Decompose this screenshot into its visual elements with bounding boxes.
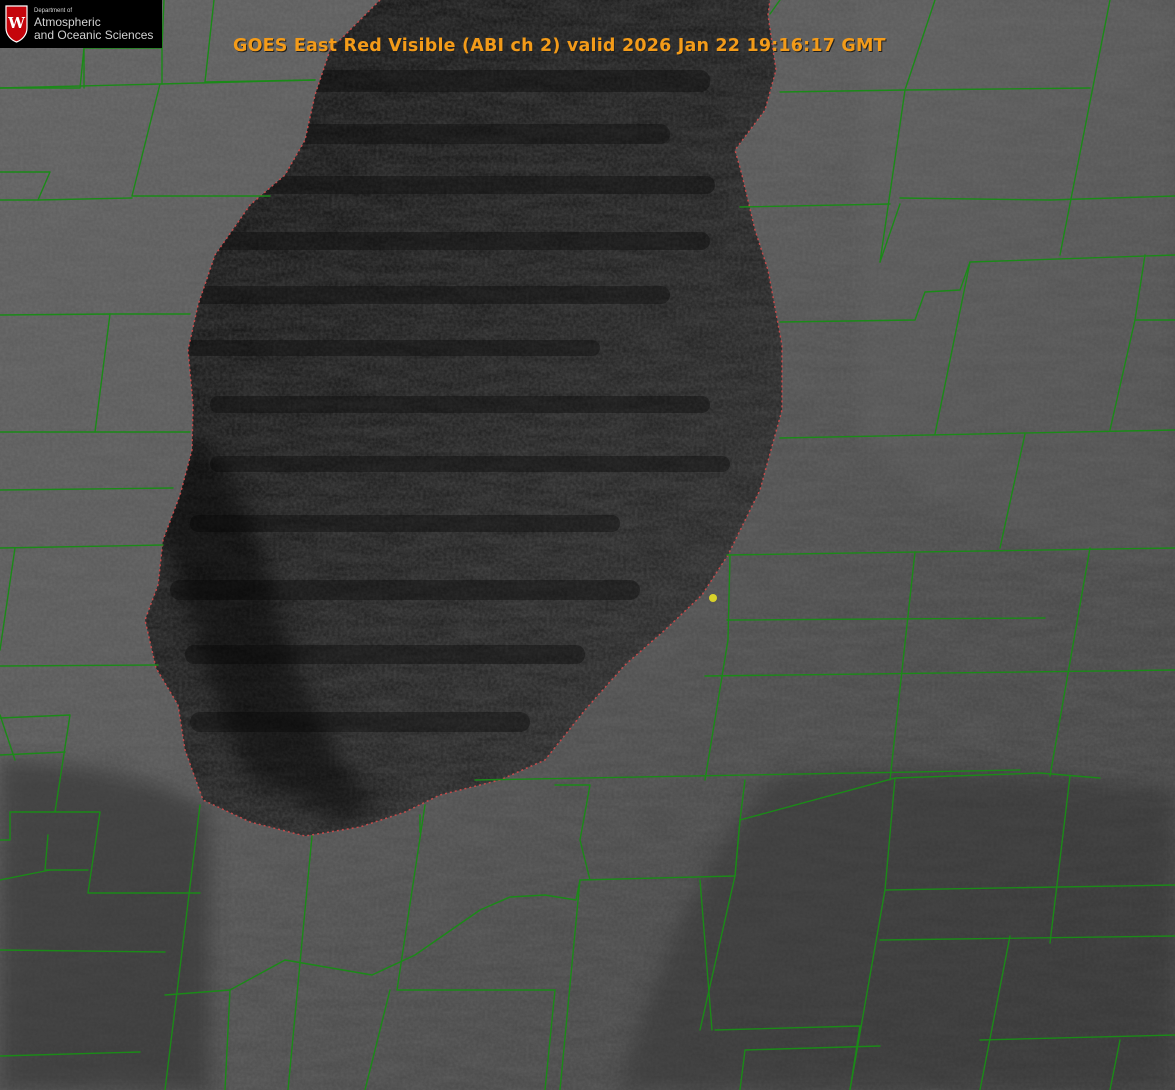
- satellite-visible-image: [0, 0, 1175, 1090]
- university-logo: W Department of Atmospheric and Oceanic …: [0, 0, 162, 48]
- department-label: Department of: [34, 7, 73, 14]
- image-title: GOES East Red Visible (ABI ch 2) valid 2…: [233, 36, 886, 56]
- location-marker-icon: [709, 594, 717, 602]
- department-name-line-2: and Oceanic Sciences: [34, 27, 154, 42]
- crest-icon: W: [5, 5, 28, 43]
- department-name-line-1: Atmospheric: [34, 14, 101, 29]
- svg-text:W: W: [7, 14, 26, 32]
- satellite-image-frame: W Department of Atmospheric and Oceanic …: [0, 0, 1175, 1090]
